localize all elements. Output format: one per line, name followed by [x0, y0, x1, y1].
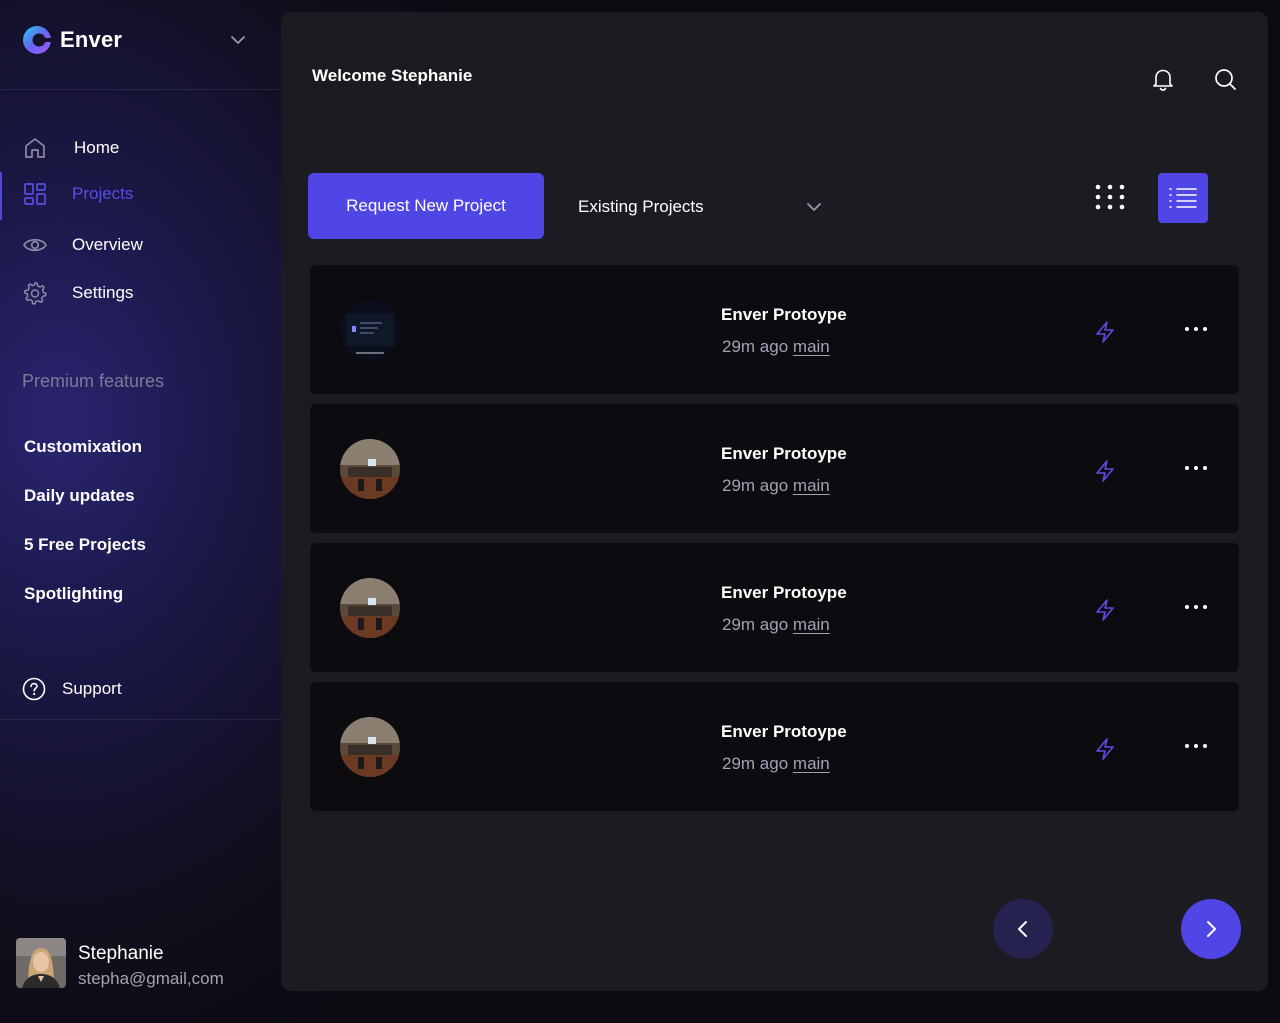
eye-icon [23, 238, 47, 252]
project-time: 29m ago [722, 754, 789, 773]
home-icon [25, 138, 45, 158]
projects-grid-icon [24, 183, 46, 205]
project-thumbnail [340, 439, 400, 499]
feature-item[interactable]: Spotlighting [24, 584, 123, 604]
bell-icon[interactable] [1150, 66, 1176, 92]
feature-item[interactable]: 5 Free Projects [24, 535, 146, 555]
chevron-down-icon [807, 203, 821, 211]
feature-item[interactable]: Daily updates [24, 486, 135, 506]
nav-item-overview[interactable]: Overview [0, 223, 281, 267]
sidebar: Enver Home Projects Overview Settings Pr… [0, 0, 281, 1023]
dropdown-value: Existing Projects [578, 197, 704, 216]
project-title: Enver Protoype [721, 722, 847, 741]
lightning-bolt-icon[interactable] [1094, 459, 1116, 483]
request-new-project-button[interactable]: Request New Project [308, 173, 544, 239]
list-view-button[interactable] [1158, 173, 1208, 223]
welcome-text: Welcome Stephanie [312, 66, 473, 85]
more-options-icon[interactable] [1183, 601, 1209, 613]
list-view-icon [1169, 188, 1197, 208]
nav-item-settings[interactable]: Settings [0, 271, 281, 315]
feature-item[interactable]: Customixation [24, 437, 142, 457]
project-title: Enver Protoype [721, 444, 847, 463]
user-name: Stephanie [78, 943, 164, 964]
project-thumbnail [340, 717, 400, 777]
nav-label-projects: Projects [72, 184, 134, 203]
lightning-bolt-icon[interactable] [1094, 737, 1116, 761]
chevron-left-icon [1018, 921, 1027, 937]
project-branch-link[interactable]: main [793, 337, 830, 356]
more-options-icon[interactable] [1183, 740, 1209, 752]
gear-icon [23, 282, 47, 305]
user-profile[interactable]: Stephanie stepha@gmail,com [16, 938, 224, 989]
more-options-icon[interactable] [1183, 462, 1209, 474]
support-link[interactable]: Support [22, 676, 122, 702]
nav-label-home: Home [74, 138, 120, 157]
main-panel: Welcome Stephanie Request New Project Ex… [281, 12, 1268, 991]
chevron-down-icon[interactable] [228, 30, 248, 50]
divider [0, 719, 281, 720]
brand-name: Enver [60, 27, 123, 52]
project-row[interactable]: Enver Protoype 29m ago main [310, 265, 1239, 394]
premium-features-title: Premium features [22, 371, 165, 391]
app-window: Enver Home Projects Overview Settings Pr… [0, 0, 1280, 1023]
project-title: Enver Protoype [721, 583, 847, 602]
project-time: 29m ago [722, 476, 789, 495]
existing-projects-dropdown[interactable]: Existing Projects [578, 192, 824, 222]
project-thumbnail [340, 578, 400, 638]
project-title: Enver Protoype [721, 305, 847, 324]
grid-view-icon[interactable] [1091, 182, 1129, 220]
project-row[interactable]: Enver Protoype 29m ago main [310, 543, 1239, 672]
nav-item-projects[interactable]: Projects [0, 172, 281, 220]
divider [0, 89, 281, 90]
project-branch-link[interactable]: main [793, 754, 830, 773]
project-meta: 29m ago main [722, 476, 830, 496]
avatar [16, 938, 66, 988]
project-thumbnail [340, 300, 400, 360]
project-meta: 29m ago main [722, 615, 830, 635]
nav-label-settings: Settings [72, 283, 134, 302]
project-row[interactable]: Enver Protoype 29m ago main [310, 404, 1239, 533]
project-branch-link[interactable]: main [793, 615, 830, 634]
user-email: stepha@gmail,com [78, 969, 224, 988]
enver-logo-icon [23, 26, 52, 54]
next-page-button[interactable] [1181, 899, 1241, 959]
more-options-icon[interactable] [1183, 323, 1209, 335]
search-icon[interactable] [1212, 66, 1238, 92]
help-circle-icon [22, 677, 46, 701]
project-meta: 29m ago main [722, 754, 830, 774]
lightning-bolt-icon[interactable] [1094, 320, 1116, 344]
previous-page-button[interactable] [993, 899, 1053, 959]
lightning-bolt-icon[interactable] [1094, 598, 1116, 622]
user-info: Stephanie stepha@gmail,com [78, 938, 224, 989]
project-branch-link[interactable]: main [793, 476, 830, 495]
brand[interactable]: Enver [22, 25, 122, 55]
support-label: Support [62, 679, 122, 698]
project-row[interactable]: Enver Protoype 29m ago main [310, 682, 1239, 811]
chevron-right-icon [1207, 921, 1216, 937]
project-time: 29m ago [722, 615, 789, 634]
nav-item-home[interactable]: Home [0, 126, 281, 170]
project-time: 29m ago [722, 337, 789, 356]
nav-label-overview: Overview [72, 235, 143, 254]
project-meta: 29m ago main [722, 337, 830, 357]
